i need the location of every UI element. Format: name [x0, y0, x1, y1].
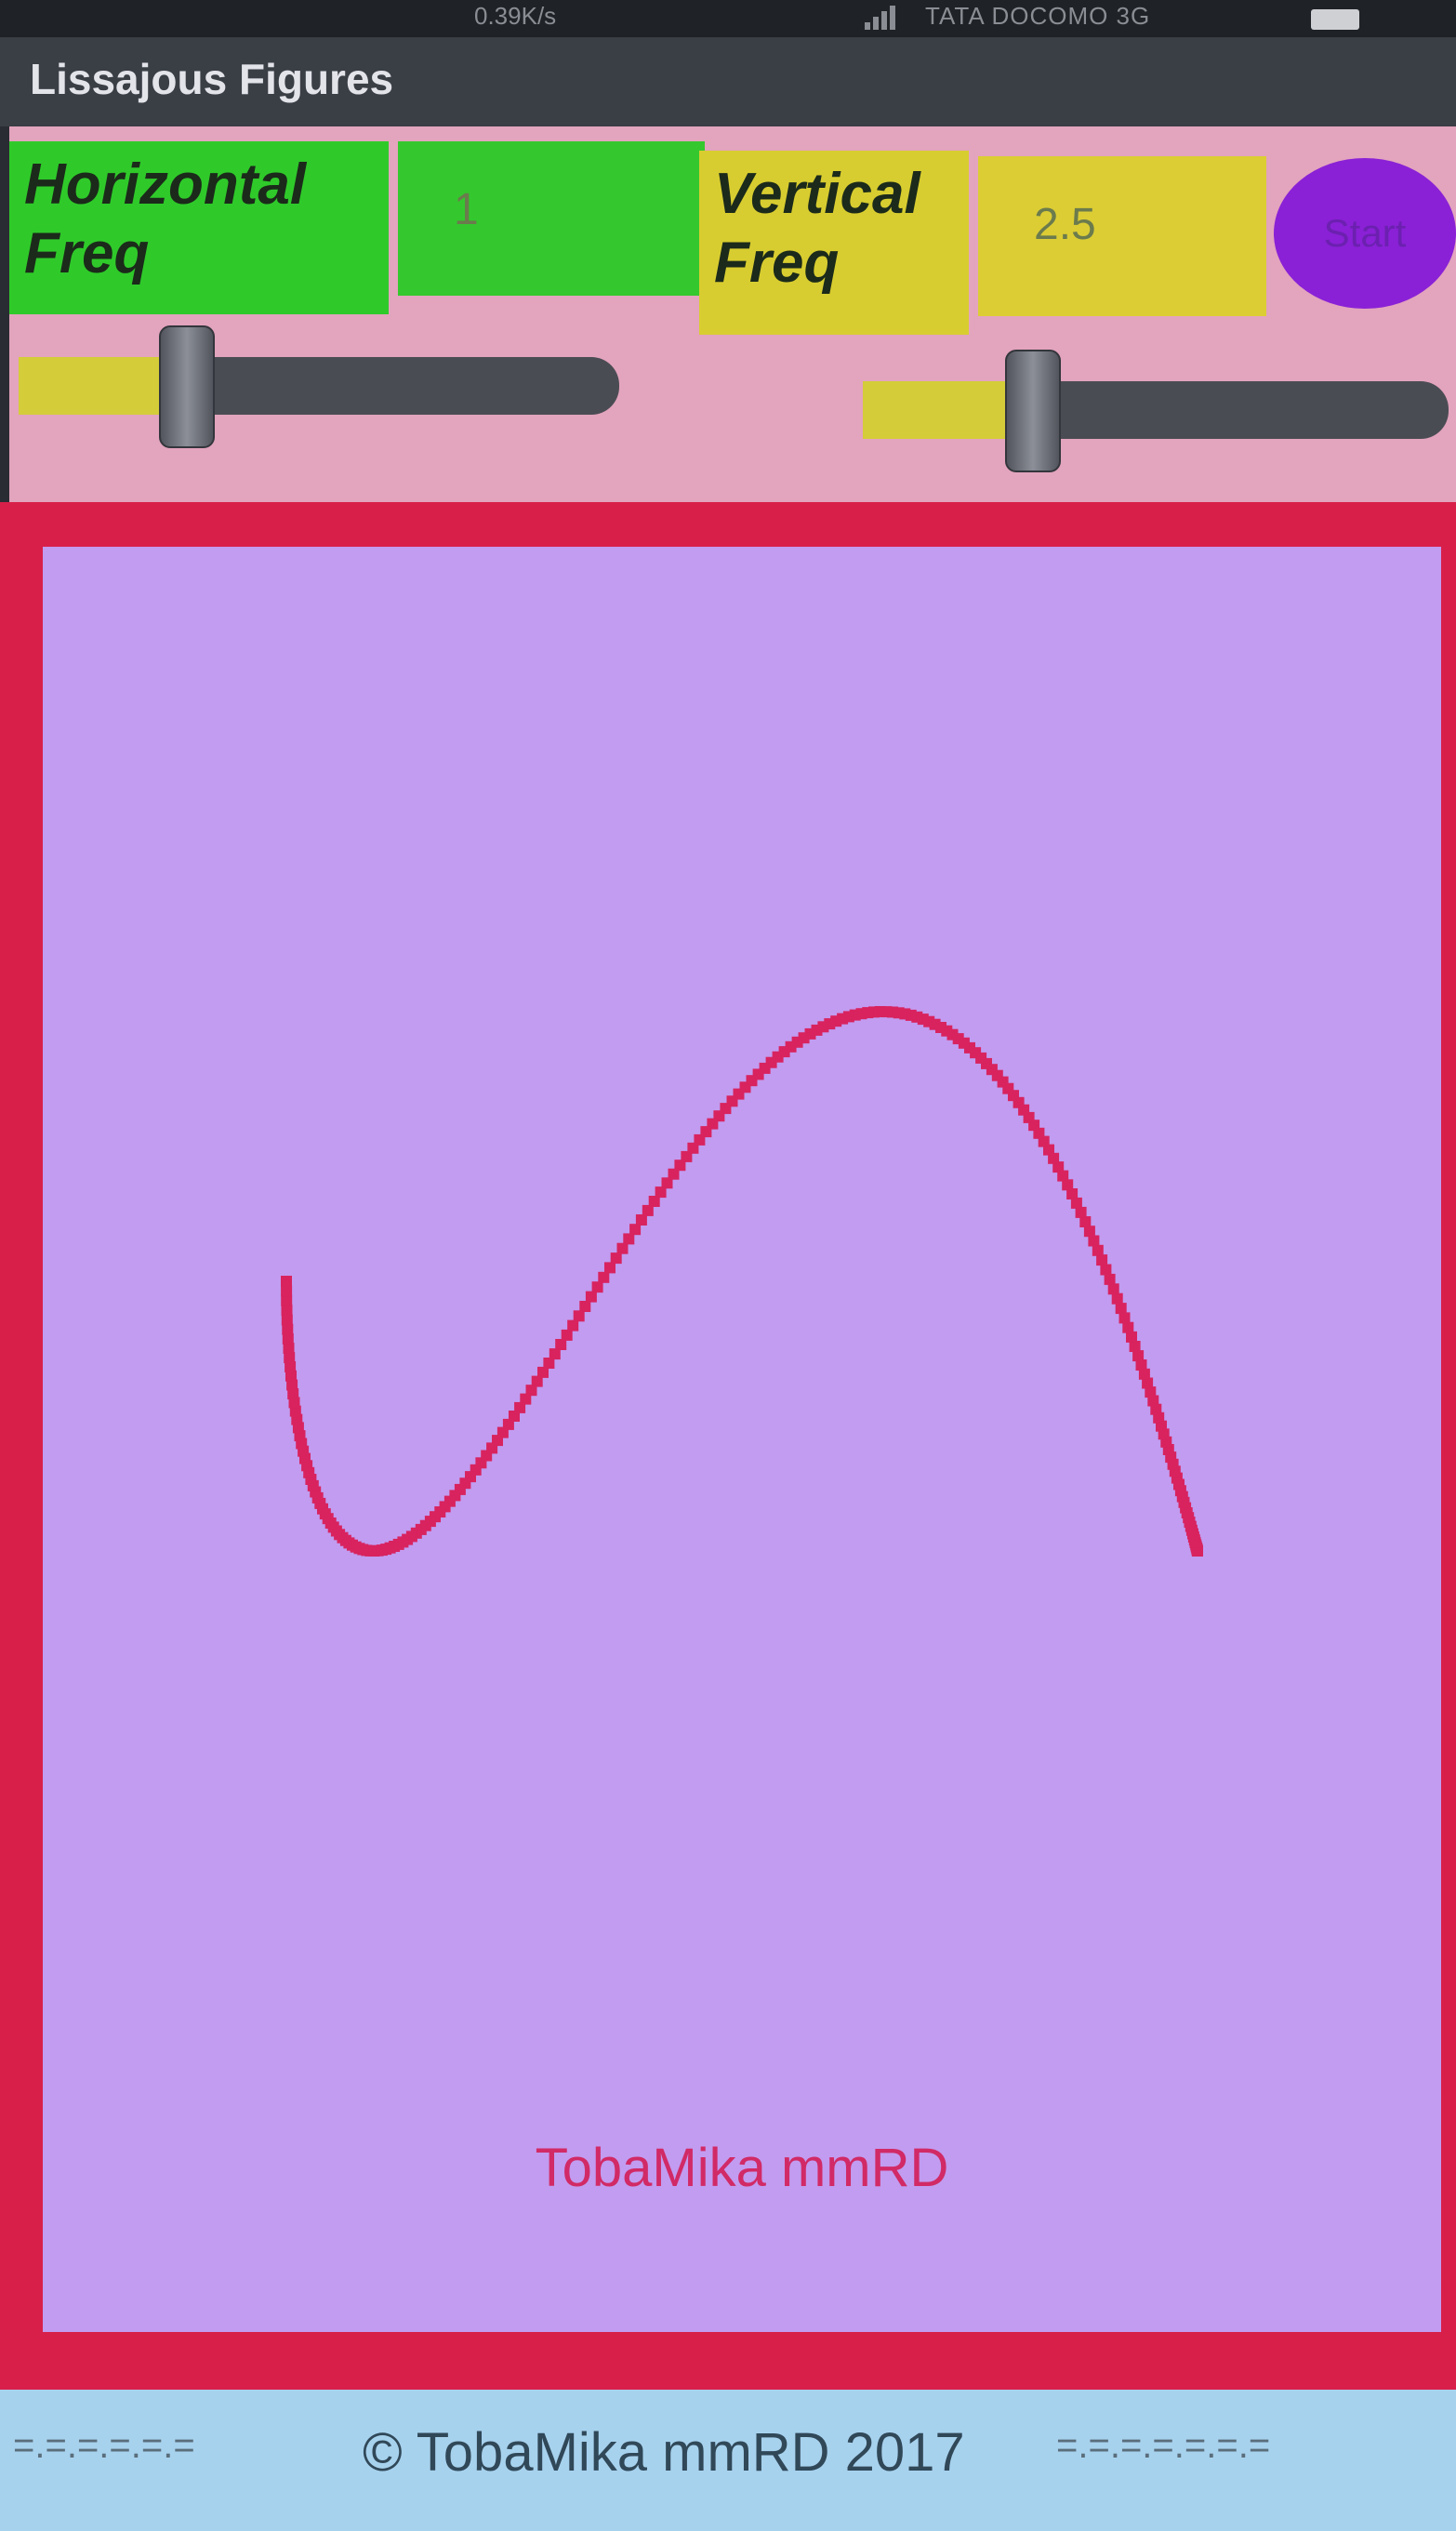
horizontal-freq-slider[interactable] — [19, 325, 619, 448]
curve-point — [598, 1271, 610, 1283]
footer-bar: =.=.=.=.=.= © TobaMika mmRD 2017 =.=.=.=… — [0, 2390, 1456, 2531]
controls-panel: Horizontal Freq 1 Vertical Freq 2.5 Star… — [9, 126, 1456, 512]
curve-point — [573, 1310, 585, 1322]
footer-decoration-left: =.=.=.=.=.= — [13, 2425, 195, 2466]
curve-point — [567, 1319, 579, 1332]
drawing-frame: TobaMika mmRD — [0, 502, 1456, 2390]
curve-point — [1092, 1244, 1104, 1256]
horizontal-freq-label: Horizontal Freq — [9, 141, 389, 314]
curve-point — [623, 1233, 635, 1245]
carrier-name: TATA DOCOMO 3G — [925, 2, 1151, 30]
slider-track — [1033, 381, 1449, 439]
lissajous-curve — [281, 1006, 1203, 1557]
slider-thumb[interactable] — [1005, 350, 1061, 472]
start-button[interactable]: Start — [1274, 158, 1456, 309]
vertical-freq-label: Vertical Freq — [699, 151, 969, 335]
curve-point — [610, 1252, 622, 1265]
canvas-credit: TobaMika mmRD — [535, 2138, 949, 2198]
curve-point — [1107, 1283, 1119, 1295]
drawing-canvas[interactable]: TobaMika mmRD — [43, 547, 1441, 2332]
curve-point — [1122, 1321, 1134, 1333]
curve-point — [282, 1332, 294, 1345]
curve-point — [1088, 1235, 1100, 1247]
network-speed: 0.39K/s — [474, 2, 557, 30]
battery-icon — [1311, 9, 1359, 30]
curve-point — [579, 1301, 591, 1312]
slider-thumb[interactable] — [159, 325, 215, 448]
curve-point — [616, 1242, 629, 1254]
app-title: Lissajous Figures — [30, 55, 394, 103]
curve-point — [585, 1291, 597, 1303]
curve-point — [629, 1224, 642, 1236]
status-bar: 0.39K/s TATA DOCOMO 3G — [0, 0, 1456, 37]
curve-point — [635, 1214, 647, 1226]
signal-icon — [865, 6, 896, 30]
curve-point — [1115, 1303, 1127, 1315]
curve-point — [1100, 1264, 1112, 1276]
curve-point — [281, 1314, 293, 1326]
vertical-freq-slider[interactable] — [863, 350, 1449, 472]
horizontal-freq-field[interactable]: 1 — [398, 141, 705, 296]
app-title-bar: Lissajous Figures — [0, 37, 1456, 130]
curve-point — [1118, 1312, 1131, 1324]
curve-point — [591, 1281, 603, 1293]
footer-decoration-right: =.=.=.=.=.=.= — [1056, 2425, 1271, 2466]
curve-point — [1111, 1292, 1123, 1305]
curve-point — [604, 1262, 615, 1274]
curve-point — [1126, 1331, 1137, 1343]
vertical-freq-field[interactable]: 2.5 — [978, 156, 1266, 316]
slider-track — [187, 357, 619, 415]
curve-point — [281, 1285, 293, 1297]
curve-point — [281, 1294, 293, 1306]
curve-point — [1096, 1254, 1108, 1266]
curve-point — [281, 1276, 292, 1287]
footer-copyright: © TobaMika mmRD 2017 — [363, 2422, 965, 2483]
curve-point — [1104, 1273, 1116, 1285]
curve-point — [281, 1305, 293, 1317]
